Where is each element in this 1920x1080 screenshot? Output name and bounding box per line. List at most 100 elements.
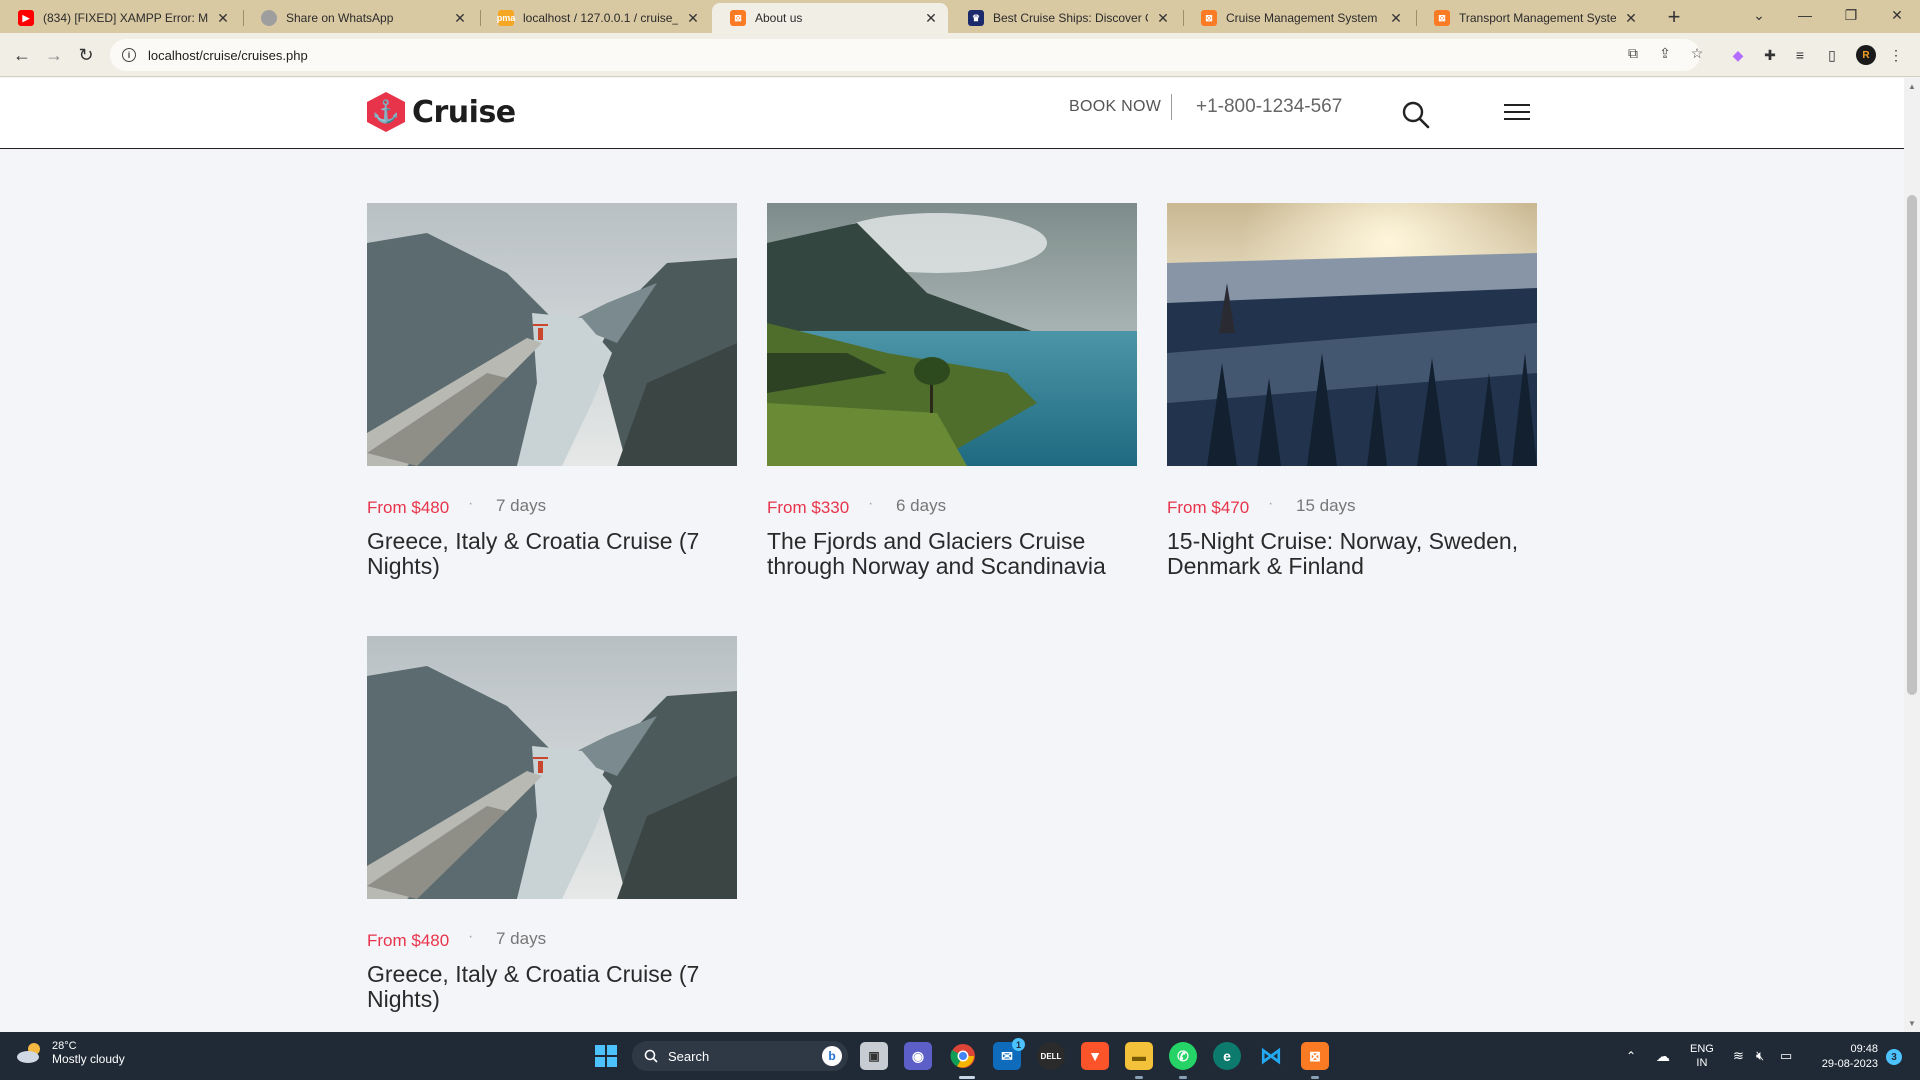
wifi-icon[interactable]: ≋ [1733,1032,1744,1080]
tab-about-us[interactable]: ⊠ About us ✕ [712,3,948,33]
cruise-title[interactable]: Greece, Italy & Croatia Cruise (7 Nights… [367,962,737,1012]
address-bar[interactable]: i localhost/cruise/cruises.php [110,39,1700,71]
speaker-muted-icon[interactable]: 🔇︎ [1756,1032,1764,1080]
tab-title: Best Cruise Ships: Discover Our [993,11,1148,25]
region-code: IN [1696,1057,1708,1069]
close-window-icon[interactable]: ✕ [1874,0,1920,30]
weather-widget[interactable]: 28°C Mostly cloudy [16,1040,125,1066]
tab-title: (834) [FIXED] XAMPP Error: MySQ [43,11,208,25]
dell-icon[interactable]: DELL [1037,1042,1065,1070]
tab-youtube[interactable]: ▶ (834) [FIXED] XAMPP Error: MySQ ✕ [0,3,240,33]
weather-condition: Mostly cloudy [52,1052,125,1066]
edge-icon[interactable]: e [1213,1042,1241,1070]
close-icon[interactable]: ✕ [1389,10,1403,27]
notification-badge[interactable]: 3 [1886,1049,1902,1065]
forward-arrow-icon[interactable]: → [40,41,68,69]
more-menu-icon[interactable]: ⋮ [1886,45,1906,65]
cruise-card[interactable]: From $480 · 7 days Greece, Italy & Croat… [367,203,737,579]
tab-whatsapp-share[interactable]: Share on WhatsApp ✕ [243,3,477,33]
xampp-icon: ⊠ [1434,10,1450,26]
language-indicator[interactable]: ENG IN [1690,1032,1714,1080]
close-icon[interactable]: ✕ [216,10,230,27]
tab-title: Cruise Management System - A [1226,11,1381,25]
share-icon[interactable]: ⇪ [1655,45,1675,62]
clock-date: 29-08-2023 [1821,1058,1878,1070]
minimize-icon[interactable]: — [1782,0,1828,30]
site-info-icon[interactable]: i [122,48,136,62]
cruise-image-fjord-cliff-hiker[interactable] [367,636,737,899]
search-label: Search [668,1048,710,1064]
close-icon[interactable]: ✕ [924,10,938,27]
teams-chat-icon[interactable]: ◉ [904,1042,932,1070]
xampp-icon: ⊠ [730,10,746,26]
reload-icon[interactable]: ↻ [72,41,100,69]
task-view-icon[interactable]: ▣ [860,1042,888,1070]
close-icon[interactable]: ✕ [1156,10,1170,27]
tab-phpmyadmin[interactable]: pma localhost / 127.0.0.1 / cruise_ma ✕ [480,3,710,33]
running-indicator [1135,1076,1143,1079]
mail-icon[interactable]: ✉ 1 [993,1038,1025,1070]
tab-cruise-management[interactable]: ⊠ Cruise Management System - A ✕ [1183,3,1413,33]
close-icon[interactable]: ✕ [1624,10,1638,27]
cruise-image-snowy-forest-sunrise[interactable] [1167,203,1537,466]
tab-transport-management[interactable]: ⊠ Transport Management System ✕ [1416,3,1648,33]
close-icon[interactable]: ✕ [453,10,467,27]
book-now-link[interactable]: BOOK NOW [1069,98,1161,116]
bing-icon[interactable]: b [822,1046,842,1066]
onedrive-cloud-icon[interactable]: ☁ [1656,1032,1670,1080]
browser-tab-strip: ▶ (834) [FIXED] XAMPP Error: MySQ ✕ Shar… [0,0,1920,33]
cruise-card[interactable]: From $470 · 15 days 15-Night Cruise: Nor… [1167,203,1537,579]
cruise-card[interactable]: From $330 · 6 days The Fjords and Glacie… [767,203,1137,579]
youtube-icon: ▶ [18,10,34,26]
cruise-meta: From $480 · 7 days [367,495,737,519]
phone-number[interactable]: +1-800-1234-567 [1196,96,1342,118]
scroll-up-arrow-icon[interactable]: ▲ [1906,82,1918,92]
restore-icon[interactable]: ❐ [1828,0,1874,30]
cruise-title[interactable]: Greece, Italy & Croatia Cruise (7 Nights… [367,529,737,579]
scroll-down-arrow-icon[interactable]: ▼ [1906,1019,1918,1029]
back-arrow-icon[interactable]: ← [8,41,36,69]
anchor-icon: ⚓ [367,92,405,132]
battery-icon[interactable]: ▭ [1780,1032,1792,1080]
running-indicator [959,1076,975,1079]
show-hidden-icons-chevron-icon[interactable]: ⌃ [1626,1032,1636,1080]
xampp-icon[interactable]: ⊠ [1301,1042,1329,1070]
temperature: 28°C [52,1040,77,1052]
site-logo[interactable]: ⚓ Cruise [367,92,516,132]
xampp-icon: ⊠ [1201,10,1217,26]
header-divider [1171,94,1172,120]
new-tab-button[interactable]: + [1660,3,1688,31]
windows-start-icon[interactable] [592,1042,620,1070]
taskbar-search-box[interactable]: Search b [632,1041,848,1071]
search-icon[interactable] [1401,100,1431,130]
close-icon[interactable]: ✕ [686,10,700,27]
cruise-image-green-coast-mountains[interactable] [767,203,1137,466]
cruise-duration: 6 days [896,496,947,515]
hamburger-menu-icon[interactable] [1504,104,1530,122]
side-panel-icon[interactable]: ▯ [1822,45,1842,65]
search-icon [644,1049,658,1063]
scrollbar-thumb[interactable] [1907,195,1917,695]
file-explorer-icon[interactable]: ▬ [1125,1042,1153,1070]
cruise-price: From $470 [1167,498,1250,517]
extensions-puzzle-icon[interactable]: ✚ [1760,45,1780,65]
system-clock[interactable]: 09:48 29-08-2023 [1808,1042,1878,1072]
profile-avatar[interactable]: R [1856,45,1876,65]
translate-icon[interactable]: ⧉ [1623,45,1643,62]
cruise-card[interactable]: From $480 · 7 days Greece, Italy & Croat… [367,636,737,1012]
brave-browser-icon[interactable]: ▼ [1081,1042,1109,1070]
cruise-meta: From $330 · 6 days [767,495,1137,519]
chrome-icon[interactable] [949,1042,977,1070]
tab-search-chevron-icon[interactable]: ⌄ [1736,0,1782,30]
site-header: ⚓ Cruise BOOK NOW +1-800-1234-567 [0,78,1904,149]
vscode-icon[interactable]: ⋈ [1257,1042,1285,1070]
cruise-title[interactable]: 15-Night Cruise: Norway, Sweden, Denmark… [1167,529,1537,579]
bookmark-star-icon[interactable]: ☆ [1687,45,1707,62]
whatsapp-icon[interactable]: ✆ [1169,1042,1197,1070]
tab-royal-caribbean[interactable]: ♛ Best Cruise Ships: Discover Our ✕ [950,3,1180,33]
royal-caribbean-icon: ♛ [968,10,984,26]
media-queue-icon[interactable]: ≡ [1790,45,1810,65]
extension-icon[interactable]: ◆ [1728,45,1748,65]
cruise-image-fjord-cliff-hiker[interactable] [367,203,737,466]
cruise-title[interactable]: The Fjords and Glaciers Cruise through N… [767,529,1137,579]
